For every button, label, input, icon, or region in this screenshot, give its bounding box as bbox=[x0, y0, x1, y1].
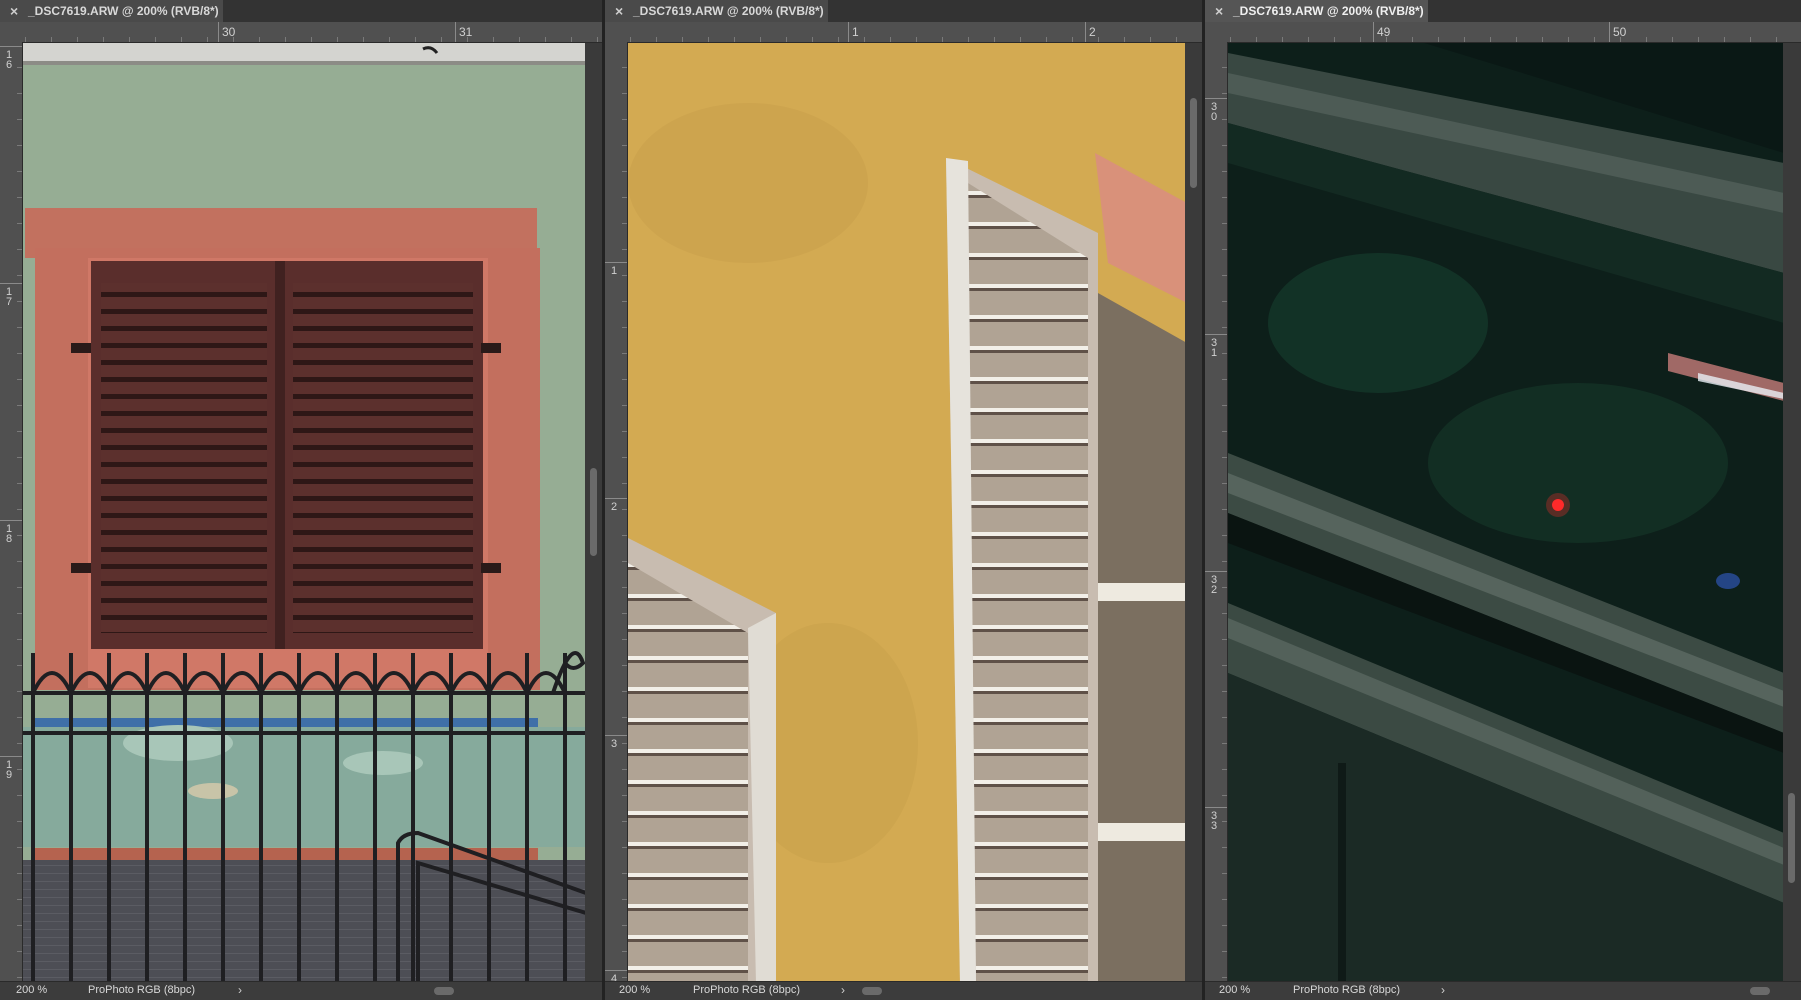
document-panel-1: × _DSC7619.ARW @ 200% (RVB/8*) 30 31 16 … bbox=[0, 0, 602, 1000]
vertical-ruler[interactable]: 16 17 18 19 bbox=[0, 42, 23, 982]
ruler-label: 31 bbox=[1205, 334, 1227, 359]
ruler-label: 16 bbox=[0, 46, 22, 71]
ruler-label: 30 bbox=[217, 22, 236, 42]
photo-night-window-frame bbox=[1228, 43, 1784, 982]
ruler-label: 30 bbox=[1205, 98, 1227, 123]
status-bar: 200 % ProPhoto RGB (8bpc) › bbox=[0, 981, 602, 1000]
horizontal-ruler[interactable]: 30 31 bbox=[0, 22, 602, 43]
ruler-label: 33 bbox=[1205, 807, 1227, 832]
zoom-level[interactable]: 200 % bbox=[1219, 982, 1250, 999]
vertical-ruler[interactable]: 1 2 3 4 bbox=[605, 42, 628, 985]
close-icon[interactable]: × bbox=[10, 0, 18, 22]
ruler-label: 32 bbox=[1205, 571, 1227, 596]
vertical-scrollbar[interactable] bbox=[1783, 43, 1800, 982]
scroll-thumb[interactable] bbox=[1190, 98, 1197, 188]
photo-green-wall-shutters bbox=[23, 43, 586, 982]
ruler-label: 18 bbox=[0, 520, 22, 545]
horizontal-scroll-thumb[interactable] bbox=[1750, 987, 1770, 995]
close-icon[interactable]: × bbox=[615, 0, 623, 22]
chevron-right-icon[interactable]: › bbox=[238, 982, 242, 999]
chevron-right-icon[interactable]: › bbox=[1441, 982, 1445, 999]
scroll-thumb[interactable] bbox=[1788, 793, 1795, 883]
tab-bar: × _DSC7619.ARW @ 200% (RVB/8*) bbox=[1205, 0, 1801, 22]
tab-bar: × _DSC7619.ARW @ 200% (RVB/8*) bbox=[0, 0, 602, 22]
vertical-scrollbar[interactable] bbox=[585, 43, 602, 982]
ruler-label: 2 bbox=[1085, 22, 1096, 42]
ruler-label: 3 bbox=[605, 735, 627, 750]
ruler-label: 2 bbox=[605, 498, 627, 513]
document-profile[interactable]: ProPhoto RGB (8bpc) bbox=[1293, 982, 1400, 999]
vertical-scrollbar[interactable] bbox=[1185, 43, 1202, 982]
document-panel-2: × _DSC7619.ARW @ 200% (RVB/8*) 1 2 1 2 3… bbox=[605, 0, 1202, 1000]
image-canvas[interactable] bbox=[23, 43, 586, 982]
document-tab-title: _DSC7619.ARW @ 200% (RVB/8*) bbox=[633, 4, 824, 18]
ruler-label: 49 bbox=[1372, 22, 1391, 42]
horizontal-ruler[interactable]: 49 50 bbox=[1205, 22, 1801, 43]
ruler-label: 50 bbox=[1608, 22, 1627, 42]
document-profile[interactable]: ProPhoto RGB (8bpc) bbox=[693, 982, 800, 999]
ruler-label: 1 bbox=[605, 262, 627, 277]
ruler-label: 1 bbox=[848, 22, 859, 42]
ruler-label: 17 bbox=[0, 283, 22, 308]
image-canvas[interactable] bbox=[1228, 43, 1784, 982]
image-canvas[interactable] bbox=[628, 43, 1187, 982]
document-tab-2[interactable]: × _DSC7619.ARW @ 200% (RVB/8*) bbox=[605, 0, 828, 22]
zoom-level[interactable]: 200 % bbox=[16, 982, 47, 999]
document-tab-3[interactable]: × _DSC7619.ARW @ 200% (RVB/8*) bbox=[1205, 0, 1428, 22]
status-bar: 200 % ProPhoto RGB (8bpc) › bbox=[605, 981, 1202, 1000]
horizontal-scroll-thumb[interactable] bbox=[862, 987, 882, 995]
chevron-right-icon[interactable]: › bbox=[841, 982, 845, 999]
horizontal-ruler[interactable]: 1 2 bbox=[605, 22, 1202, 43]
ruler-label: 31 bbox=[454, 22, 473, 42]
close-icon[interactable]: × bbox=[1215, 0, 1223, 22]
horizontal-scroll-thumb[interactable] bbox=[434, 987, 454, 995]
document-tab-title: _DSC7619.ARW @ 200% (RVB/8*) bbox=[28, 4, 219, 18]
zoom-level[interactable]: 200 % bbox=[619, 982, 650, 999]
photo-yellow-wall-shutters bbox=[628, 43, 1187, 982]
scroll-thumb[interactable] bbox=[590, 468, 597, 556]
vertical-ruler[interactable]: 30 31 32 33 bbox=[1205, 42, 1228, 982]
tab-bar: × _DSC7619.ARW @ 200% (RVB/8*) bbox=[605, 0, 1202, 22]
document-tab-title: _DSC7619.ARW @ 200% (RVB/8*) bbox=[1233, 4, 1424, 18]
ruler-label: 19 bbox=[0, 756, 22, 781]
document-panel-3: × _DSC7619.ARW @ 200% (RVB/8*) 49 50 30 … bbox=[1205, 0, 1801, 1000]
document-profile[interactable]: ProPhoto RGB (8bpc) bbox=[88, 982, 195, 999]
document-tab-1[interactable]: × _DSC7619.ARW @ 200% (RVB/8*) bbox=[0, 0, 223, 22]
status-bar: 200 % ProPhoto RGB (8bpc) › bbox=[1205, 981, 1801, 1000]
